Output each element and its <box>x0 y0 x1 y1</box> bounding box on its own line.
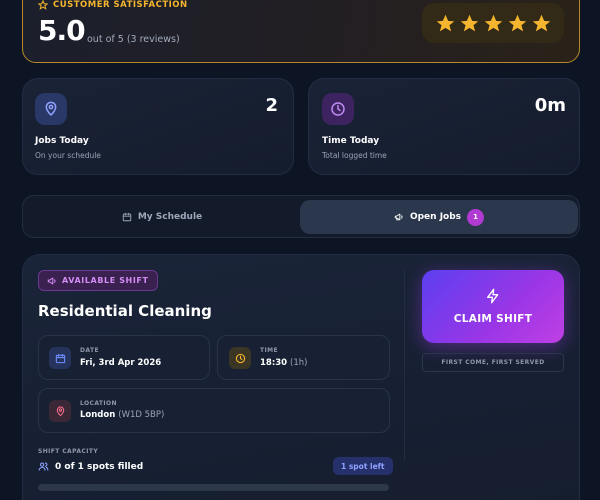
time-today-value: 0m <box>534 95 566 116</box>
available-shift-label: AVAILABLE SHIFT <box>62 276 149 285</box>
tab-open-jobs[interactable]: Open Jobs 1 <box>300 200 578 234</box>
capacity-row: 0 of 1 spots filled <box>38 461 143 472</box>
map-pin-icon <box>35 93 67 125</box>
satisfaction-header: CUSTOMER SATISFACTION <box>38 0 188 10</box>
location-value-row: London (W1D 5BP) <box>80 410 164 420</box>
lightning-icon <box>487 288 499 304</box>
jobs-today-subtitle: On your schedule <box>35 151 101 160</box>
first-come-note: FIRST COME, FIRST SERVED <box>422 353 564 372</box>
clock-icon <box>322 93 354 125</box>
jobs-today-title: Jobs Today <box>35 136 89 146</box>
megaphone-icon <box>47 277 56 284</box>
clock-icon <box>229 347 251 369</box>
claim-shift-button[interactable]: CLAIM SHIFT <box>422 270 564 343</box>
users-icon <box>38 462 49 471</box>
star-icon <box>460 14 478 31</box>
time-value: 18:30 <box>260 358 288 368</box>
date-value: Fri, 3rd Apr 2026 <box>80 358 162 368</box>
map-pin-icon <box>49 400 71 422</box>
claim-shift-label: CLAIM SHIFT <box>453 313 533 325</box>
open-jobs-count-badge: 1 <box>467 208 485 226</box>
time-today-card <box>308 78 580 175</box>
star-icon <box>508 14 526 31</box>
star-outline-icon <box>38 0 48 10</box>
time-duration: (1h) <box>290 358 308 368</box>
tab-open-jobs-label: Open Jobs <box>409 212 462 222</box>
tab-my-schedule[interactable]: My Schedule <box>24 200 300 234</box>
capacity-text: 0 of 1 spots filled <box>55 461 144 472</box>
time-today-title: Time Today <box>322 136 380 146</box>
star-icon <box>484 14 502 31</box>
available-shift-badge: AVAILABLE SHIFT <box>38 270 158 291</box>
spots-left-badge: 1 spot left <box>333 457 393 475</box>
location-label: LOCATION <box>80 400 117 407</box>
satisfaction-subtext: out of 5 (3 reviews) <box>87 34 180 45</box>
time-value-row: 18:30 (1h) <box>260 358 307 368</box>
location-value: London <box>80 410 116 420</box>
tab-my-schedule-label: My Schedule <box>137 212 203 222</box>
jobs-today-card <box>22 78 294 175</box>
jobs-today-value: 2 <box>265 95 278 116</box>
time-label: TIME <box>260 347 278 354</box>
satisfaction-label: CUSTOMER SATISFACTION <box>53 0 188 10</box>
calendar-icon <box>122 212 132 222</box>
star-icon <box>532 14 550 31</box>
capacity-progress-bar <box>38 484 389 491</box>
vertical-divider <box>404 270 405 460</box>
megaphone-icon <box>394 213 403 221</box>
date-label: DATE <box>80 347 99 354</box>
location-postcode: (W1D 5BP) <box>118 410 165 420</box>
shift-title: Residential Cleaning <box>38 302 212 320</box>
star-rating <box>422 3 564 43</box>
satisfaction-score: 5.0 <box>38 14 86 47</box>
time-today-subtitle: Total logged time <box>322 151 387 160</box>
star-icon <box>436 14 454 31</box>
capacity-label: SHIFT CAPACITY <box>38 448 99 455</box>
calendar-icon <box>49 347 71 369</box>
